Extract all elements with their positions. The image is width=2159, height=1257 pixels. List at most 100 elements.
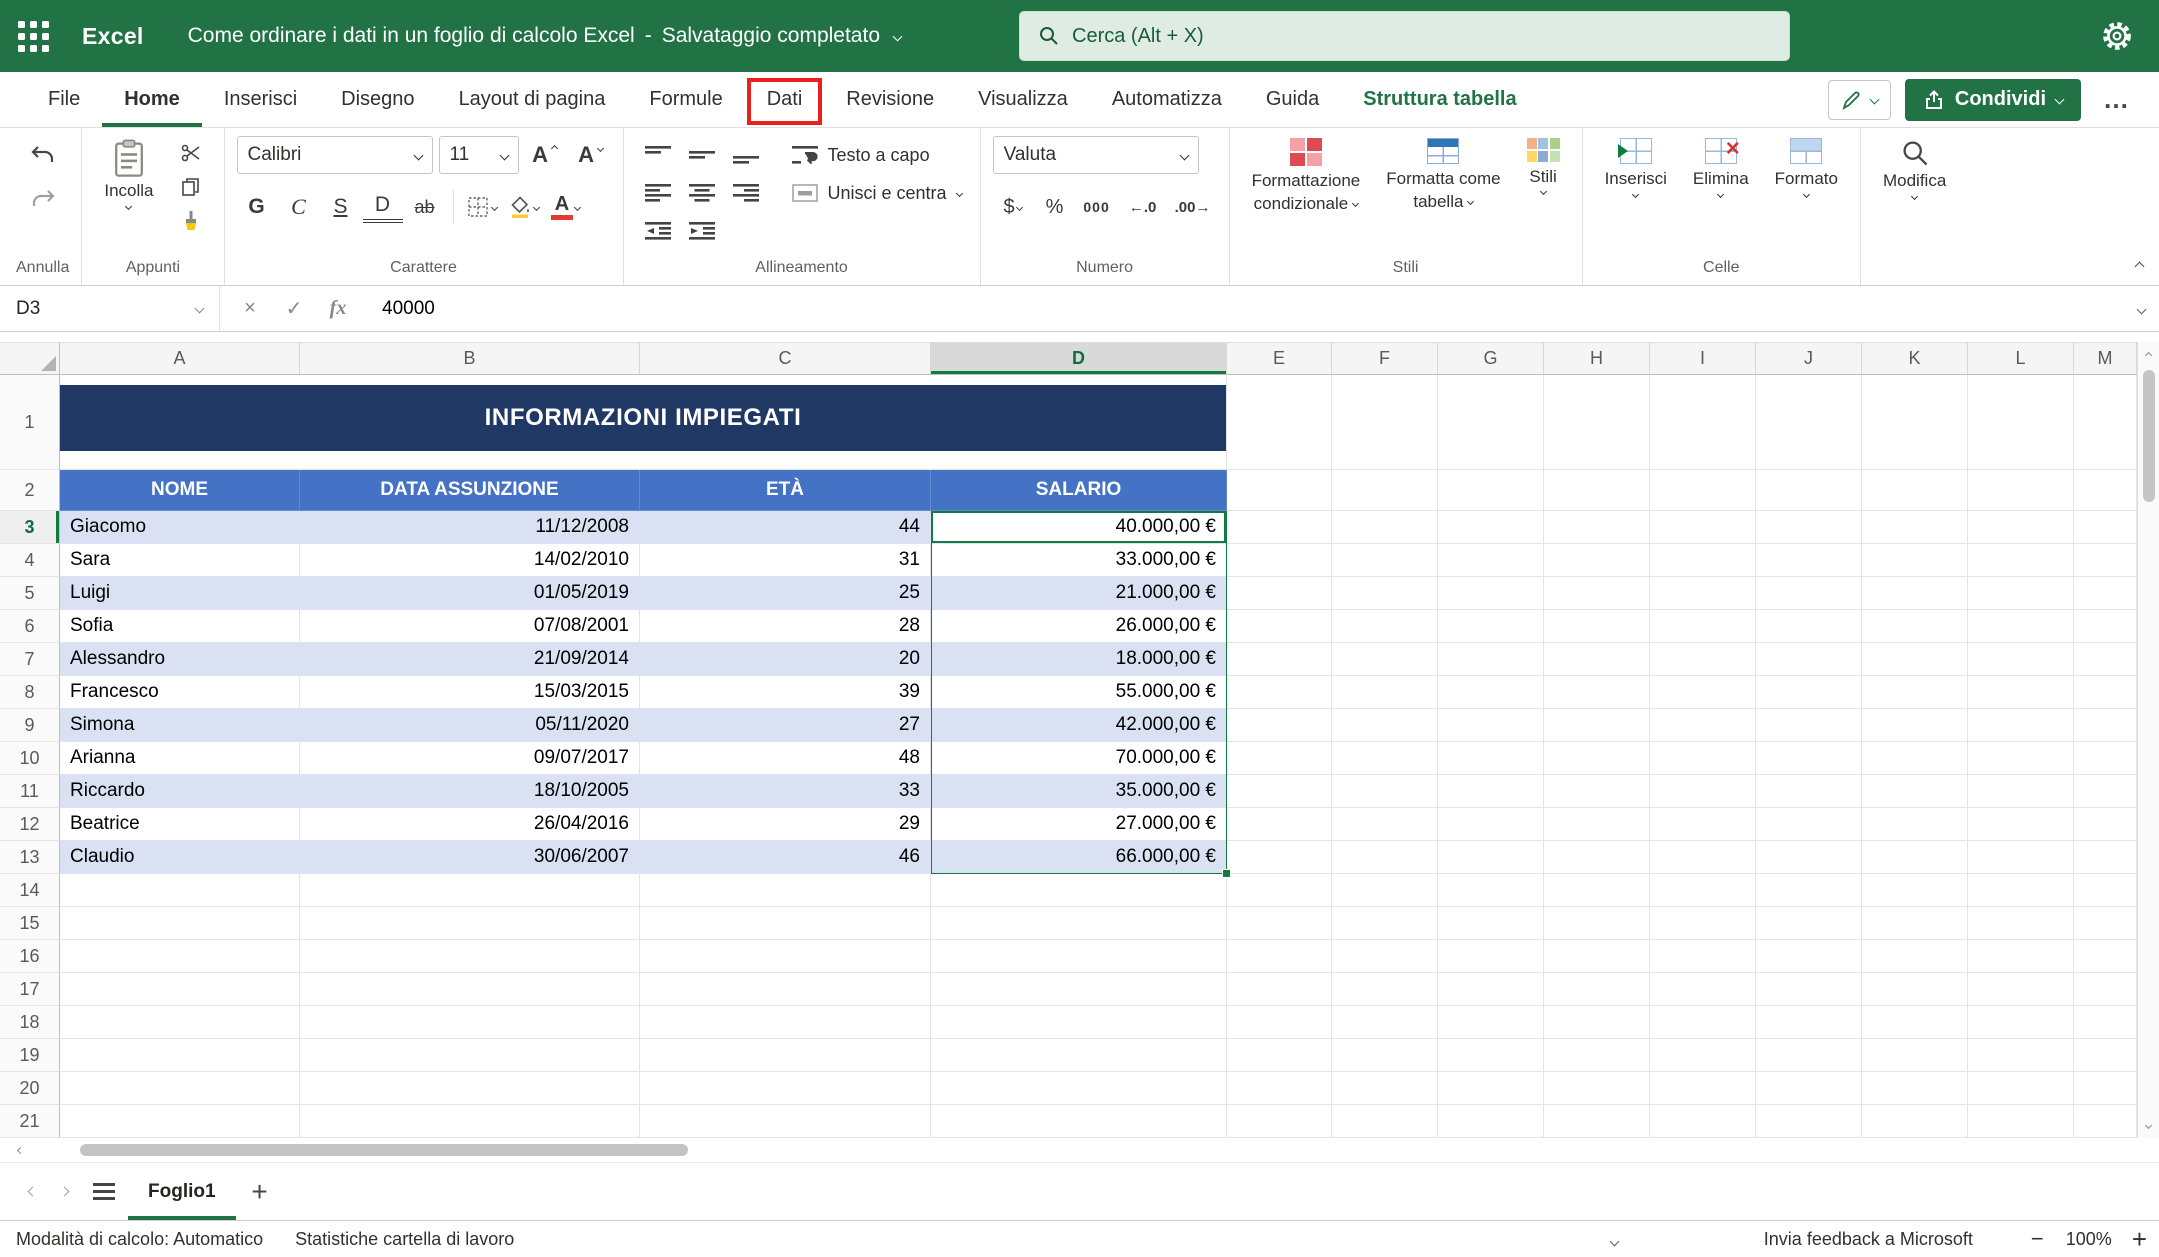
format-as-table-button[interactable]: Formatta come tabella [1376,136,1510,213]
search-input[interactable] [1072,25,1771,48]
cell-a17[interactable] [60,973,300,1006]
underline-button[interactable]: S [321,188,361,226]
cell-c14[interactable] [640,874,931,907]
cell-g13[interactable] [1438,841,1544,874]
ribbon-tab-visualizza[interactable]: Visualizza [956,72,1090,127]
cell-e5[interactable] [1227,577,1332,610]
cell-b5[interactable]: 01/05/2019 [300,577,640,610]
cell-k11[interactable] [1862,775,1968,808]
cell-b16[interactable] [300,940,640,973]
cell-c20[interactable] [640,1072,931,1105]
cell-e8[interactable] [1227,676,1332,709]
cell-l16[interactable] [1968,940,2074,973]
cell-g9[interactable] [1438,709,1544,742]
cell-g7[interactable] [1438,643,1544,676]
cell-d17[interactable] [931,973,1227,1006]
cell-h14[interactable] [1544,874,1650,907]
cell-g8[interactable] [1438,676,1544,709]
new-sheet-button[interactable]: + [236,1163,284,1220]
cell-d20[interactable] [931,1072,1227,1105]
cell-b15[interactable] [300,907,640,940]
cell-c15[interactable] [640,907,931,940]
cell-b4[interactable]: 14/02/2010 [300,544,640,577]
ribbon-tab-guida[interactable]: Guida [1244,72,1341,127]
cell-e21[interactable] [1227,1105,1332,1138]
sheet-nav-prev-button[interactable] [16,1163,48,1220]
cell-c19[interactable] [640,1039,931,1072]
cell-f6[interactable] [1332,610,1438,643]
decrease-decimal-button[interactable]: .00→ [1169,188,1217,226]
cell-k1[interactable] [1862,375,1968,470]
cell-m3[interactable] [2074,511,2137,544]
cell-e17[interactable] [1227,973,1332,1006]
cell-i14[interactable] [1650,874,1756,907]
cell-j19[interactable] [1756,1039,1862,1072]
cell-c13[interactable]: 46 [640,841,931,874]
sheet-nav-next-button[interactable] [48,1163,80,1220]
cell-a4[interactable]: Sara [60,544,300,577]
cell-g15[interactable] [1438,907,1544,940]
cell-i3[interactable] [1650,511,1756,544]
cell-f5[interactable] [1332,577,1438,610]
row-header-17[interactable]: 17 [0,973,60,1006]
cell-b7[interactable]: 21/09/2014 [300,643,640,676]
cell-i13[interactable] [1650,841,1756,874]
cell-h16[interactable] [1544,940,1650,973]
row-header-18[interactable]: 18 [0,1006,60,1039]
cell-d11[interactable]: 35.000,00 € [931,775,1227,808]
cell-d14[interactable] [931,874,1227,907]
ribbon-tab-home[interactable]: Home [102,72,202,127]
cell-j10[interactable] [1756,742,1862,775]
cell-g2[interactable] [1438,470,1544,511]
cell-m6[interactable] [2074,610,2137,643]
cell-a6[interactable]: Sofia [60,610,300,643]
cell-j5[interactable] [1756,577,1862,610]
cell-d12[interactable]: 27.000,00 € [931,808,1227,841]
cell-h20[interactable] [1544,1072,1650,1105]
scroll-up-button[interactable] [2138,342,2159,368]
cell-f17[interactable] [1332,973,1438,1006]
cell-b11[interactable]: 18/10/2005 [300,775,640,808]
cell-m2[interactable] [2074,470,2137,511]
cell-f19[interactable] [1332,1039,1438,1072]
column-header-a[interactable]: A [60,342,300,375]
align-left-button[interactable] [636,174,680,212]
cell-g11[interactable] [1438,775,1544,808]
cell-h2[interactable] [1544,470,1650,511]
cell-e14[interactable] [1227,874,1332,907]
cell-l9[interactable] [1968,709,2074,742]
cell-k12[interactable] [1862,808,1968,841]
cell-l8[interactable] [1968,676,2074,709]
cell-b19[interactable] [300,1039,640,1072]
ribbon-tab-dati[interactable]: Dati [745,72,825,127]
cell-e11[interactable] [1227,775,1332,808]
cell-i19[interactable] [1650,1039,1756,1072]
cell-l15[interactable] [1968,907,2074,940]
cell-e6[interactable] [1227,610,1332,643]
cell-k2[interactable] [1862,470,1968,511]
cell-k18[interactable] [1862,1006,1968,1039]
workbook-stats-button[interactable]: Statistiche cartella di lavoro [279,1221,530,1257]
cell-g20[interactable] [1438,1072,1544,1105]
cell-c7[interactable]: 20 [640,643,931,676]
cell-a7[interactable]: Alessandro [60,643,300,676]
column-header-d[interactable]: D [931,342,1227,375]
font-size-select[interactable]: 11 [439,136,519,174]
row-header-15[interactable]: 15 [0,907,60,940]
cell-m19[interactable] [2074,1039,2137,1072]
cell-styles-button[interactable]: Stili [1517,136,1570,196]
cell-k13[interactable] [1862,841,1968,874]
cell-f2[interactable] [1332,470,1438,511]
cell-a16[interactable] [60,940,300,973]
row-header-9[interactable]: 9 [0,709,60,742]
row-header-6[interactable]: 6 [0,610,60,643]
cell-e1[interactable] [1227,375,1332,470]
row-header-12[interactable]: 12 [0,808,60,841]
cell-e18[interactable] [1227,1006,1332,1039]
cell-g4[interactable] [1438,544,1544,577]
cell-k8[interactable] [1862,676,1968,709]
zoom-level[interactable]: 100% [2058,1229,2120,1250]
cell-f11[interactable] [1332,775,1438,808]
cell-e20[interactable] [1227,1072,1332,1105]
cell-a3[interactable]: Giacomo [60,511,300,544]
